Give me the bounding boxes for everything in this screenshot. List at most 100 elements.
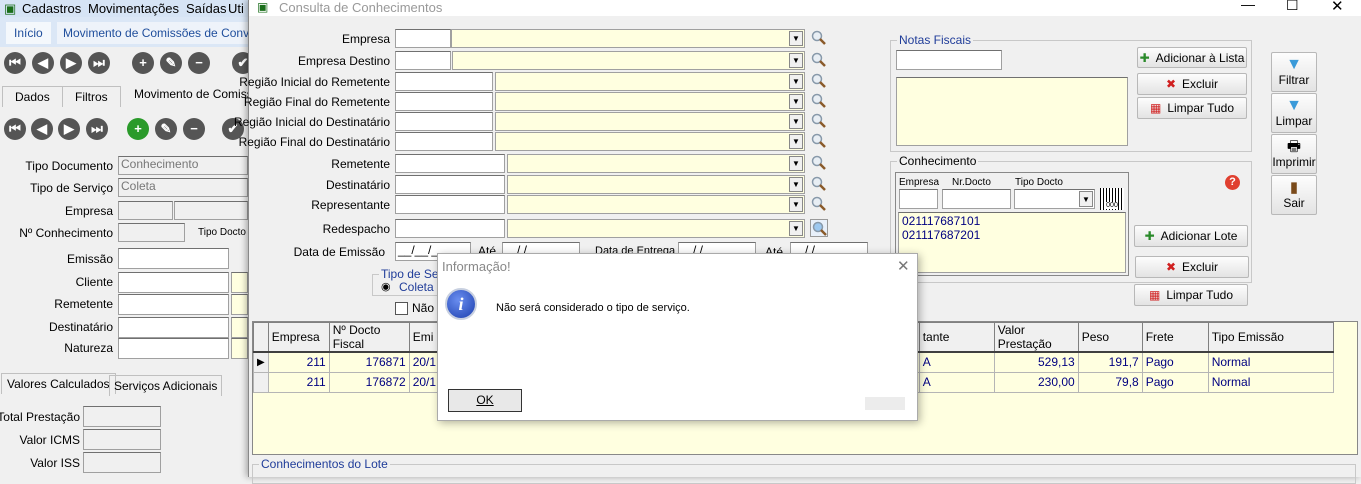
chevron-down-icon[interactable]: ▼ <box>789 94 803 109</box>
limpar-button[interactable]: ▼ Limpar <box>1271 93 1317 133</box>
chevron-down-icon[interactable]: ▼ <box>789 177 803 192</box>
redespacho-code-input[interactable] <box>395 219 505 238</box>
excluir-notas-button[interactable]: ✖ Excluir <box>1137 73 1247 95</box>
coleta-radio[interactable]: ◉ <box>381 280 391 293</box>
dialog-close-button[interactable]: ✕ <box>897 257 910 275</box>
col-valor-prestacao[interactable]: Valor Prestação <box>993 322 1079 353</box>
empresa-select[interactable]: ▼ <box>451 29 805 48</box>
chevron-down-icon[interactable]: ▼ <box>789 156 803 171</box>
imprimir-button[interactable]: 🖶 Imprimir <box>1271 134 1317 174</box>
first-record-icon[interactable]: ⏮ <box>4 118 26 140</box>
next-record-icon[interactable]: ▶ <box>58 118 80 140</box>
menu-utilitarios[interactable]: Uti <box>228 1 244 16</box>
col-tipo-emissao[interactable]: Tipo Emissão <box>1207 322 1334 353</box>
reg-fin-rem-select[interactable]: ▼ <box>495 92 805 111</box>
limpar-notas-button[interactable]: ▦ Limpar Tudo <box>1137 97 1247 119</box>
chevron-down-icon[interactable]: ▼ <box>789 221 803 236</box>
redespacho-select[interactable]: ▼ <box>507 219 805 238</box>
tipo-docto-select[interactable]: ▼ <box>1014 189 1095 209</box>
destinatario-select[interactable]: ▼ <box>507 175 805 194</box>
search-icon[interactable] <box>810 154 828 172</box>
add-icon[interactable]: + <box>132 52 154 74</box>
representante-code-input[interactable] <box>395 195 505 214</box>
reg-fin-dest-code-input[interactable] <box>395 132 493 151</box>
menu-saidas[interactable]: Saídas <box>186 1 226 16</box>
reg-ini-dest-code-input[interactable] <box>395 112 493 131</box>
natureza-field[interactable] <box>118 338 229 359</box>
reg-ini-rem-code-input[interactable] <box>395 72 493 91</box>
emissao-field[interactable] <box>118 248 229 269</box>
col-peso[interactable]: Peso <box>1077 322 1143 353</box>
destinatario-name-field[interactable] <box>231 317 248 338</box>
edit-icon[interactable]: ✎ <box>155 118 177 140</box>
menu-movimentacoes[interactable]: Movimentações <box>88 1 179 16</box>
help-icon[interactable]: ? <box>1225 175 1240 190</box>
subtab-dados[interactable]: Dados <box>2 86 63 107</box>
excluir-conhecimento-button[interactable]: ✖ Excluir <box>1135 256 1249 278</box>
conhecimento-list[interactable]: 021117687101 021117687201 <box>898 212 1126 273</box>
empresa-code-input[interactable] <box>395 29 451 48</box>
search-icon[interactable] <box>810 72 828 90</box>
search-icon[interactable] <box>810 175 828 193</box>
destinatario-code-input[interactable] <box>395 175 505 194</box>
remove-icon[interactable]: − <box>183 118 205 140</box>
search-icon[interactable] <box>810 195 828 213</box>
edit-icon[interactable]: ✎ <box>160 52 182 74</box>
tab-servicos-adicionais[interactable]: Serviços Adicionais <box>109 375 223 396</box>
chevron-down-icon[interactable]: ▼ <box>1079 191 1093 207</box>
subtab-filtros[interactable]: Filtros <box>62 86 121 107</box>
search-icon[interactable] <box>810 219 828 237</box>
last-record-icon[interactable]: ⏭ <box>86 118 108 140</box>
chevron-down-icon[interactable]: ▼ <box>789 74 803 89</box>
adicionar-lote-button[interactable]: ✚ Adicionar Lote <box>1134 225 1248 247</box>
last-record-icon[interactable]: ⏭ <box>88 52 110 74</box>
natureza-name-field[interactable] <box>231 338 248 359</box>
limpar-conhecimento-button[interactable]: ▦ Limpar Tudo <box>1134 284 1248 306</box>
nao-checkbox[interactable] <box>395 302 408 315</box>
filtrar-button[interactable]: ▼ Filtrar <box>1271 52 1317 92</box>
destinatario-field[interactable] <box>118 317 229 338</box>
reg-ini-rem-select[interactable]: ▼ <box>495 72 805 91</box>
chevron-down-icon[interactable]: ▼ <box>789 31 803 46</box>
col-tante[interactable]: tante <box>918 322 995 353</box>
tab-inicio[interactable]: Início <box>6 22 51 44</box>
col-empresa[interactable]: Empresa <box>267 322 330 353</box>
cliente-field[interactable] <box>118 272 229 293</box>
tab-valores-calculados[interactable]: Valores Calculados <box>1 373 116 394</box>
list-item[interactable]: 021117687101 <box>902 214 1122 228</box>
barcode-icon[interactable]: 000 <box>1100 188 1124 210</box>
list-item[interactable]: 021117687201 <box>902 228 1122 242</box>
remetente-name-field[interactable] <box>231 294 248 315</box>
reg-fin-rem-code-input[interactable] <box>395 92 493 111</box>
remove-icon[interactable]: − <box>188 52 210 74</box>
col-docto-fiscal[interactable]: Nº Docto Fiscal <box>328 322 410 353</box>
chevron-down-icon[interactable]: ▼ <box>789 53 803 68</box>
notas-fiscais-list[interactable] <box>896 77 1128 146</box>
search-icon[interactable] <box>810 29 828 47</box>
minimize-button[interactable]: — <box>1241 0 1255 12</box>
reg-ini-dest-select[interactable]: ▼ <box>495 112 805 131</box>
search-icon[interactable] <box>810 51 828 69</box>
nr-docto-input[interactable] <box>942 189 1011 209</box>
add-icon[interactable]: + <box>127 118 149 140</box>
close-button[interactable]: ✕ <box>1331 0 1344 15</box>
ok-button[interactable]: OK <box>448 389 522 412</box>
chevron-down-icon[interactable]: ▼ <box>789 134 803 149</box>
sair-button[interactable]: ▮ Sair <box>1271 175 1317 215</box>
maximize-button[interactable]: ☐ <box>1286 0 1299 14</box>
chevron-down-icon[interactable]: ▼ <box>789 197 803 212</box>
empresa-destino-code-input[interactable] <box>395 51 451 70</box>
col-frete[interactable]: Frete <box>1141 322 1209 353</box>
tab-movimento[interactable]: Movimento de Comissões de Convênio <box>57 22 248 44</box>
prev-record-icon[interactable]: ◀ <box>31 118 53 140</box>
cliente-name-field[interactable] <box>231 272 248 293</box>
chevron-down-icon[interactable]: ▼ <box>789 114 803 129</box>
remetente-select[interactable]: ▼ <box>507 154 805 173</box>
menu-cadastros[interactable]: Cadastros <box>22 1 81 16</box>
search-icon[interactable] <box>810 92 828 110</box>
search-icon[interactable] <box>810 132 828 150</box>
representante-select[interactable]: ▼ <box>507 195 805 214</box>
remetente-code-input[interactable] <box>395 154 505 173</box>
next-record-icon[interactable]: ▶ <box>60 52 82 74</box>
empresa-destino-select[interactable]: ▼ <box>452 51 805 70</box>
